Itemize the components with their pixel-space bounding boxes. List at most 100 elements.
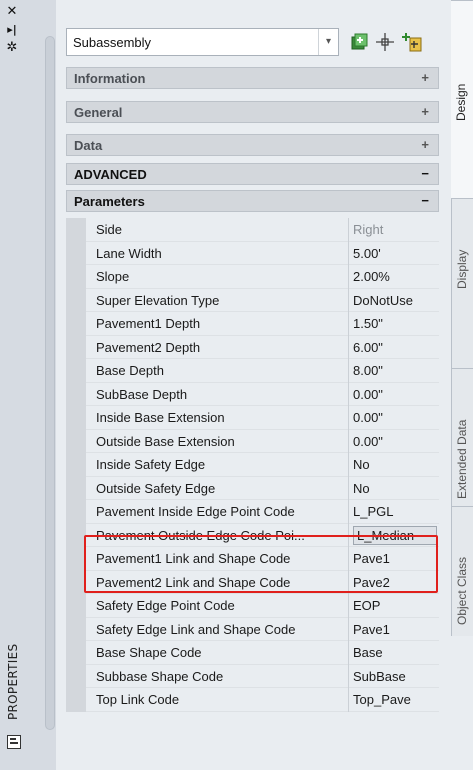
row-gutter (66, 288, 86, 312)
tab-extended-data[interactable]: Extended Data (451, 368, 473, 506)
table-row[interactable]: SubBase Depth 0.00" (66, 382, 439, 406)
row-gutter (66, 453, 86, 477)
property-value[interactable]: Pave1 (349, 547, 439, 571)
quick-select-icon[interactable] (349, 31, 371, 53)
row-gutter (66, 570, 86, 594)
property-name: Safety Edge Point Code (86, 594, 348, 618)
table-row[interactable]: Pavement1 Depth 1.50" (66, 312, 439, 336)
property-value[interactable]: No (349, 453, 439, 477)
property-name: Pavement2 Depth (86, 336, 348, 359)
expand-icon[interactable]: + (421, 70, 429, 85)
object-type-value: Subassembly (73, 35, 152, 50)
table-row[interactable]: Pavement Outside Edge Code Poi... L_Media… (66, 523, 439, 547)
property-value[interactable]: Right (349, 218, 439, 242)
property-value[interactable]: DoNotUse (349, 289, 439, 312)
tab-object-class[interactable]: Object Class (451, 506, 473, 636)
row-gutter (66, 359, 86, 383)
parameters-table: Side Right Lane Width 5.00' Slope 2.00% Super … (66, 218, 439, 712)
property-value[interactable]: L_Median (349, 524, 439, 547)
property-value[interactable]: 0.00" (349, 430, 439, 453)
palette-icon[interactable] (7, 735, 21, 749)
section-general-label: General (74, 105, 123, 120)
row-gutter (66, 617, 86, 641)
table-row[interactable]: Side Right (66, 218, 439, 242)
table-row[interactable]: Top Link Code Top_Pave (66, 688, 439, 712)
property-name: Slope (86, 265, 348, 289)
property-name: Base Depth (86, 359, 348, 383)
property-value[interactable]: 0.00" (349, 406, 439, 430)
chevron-down-icon[interactable]: ▾ (318, 29, 338, 55)
value-edit-field[interactable]: L_Median (353, 525, 437, 545)
table-row[interactable]: Safety Edge Point Code EOP (66, 594, 439, 618)
table-row[interactable]: Slope 2.00% (66, 265, 439, 289)
table-row[interactable]: Pavement2 Link and Shape Code Pave2 (66, 570, 439, 594)
property-value[interactable]: 5.00' (349, 242, 439, 265)
property-value[interactable]: 6.00" (349, 336, 439, 359)
property-value[interactable]: L_PGL (349, 500, 439, 524)
properties-settings-icon[interactable]: ✲ (4, 40, 20, 56)
section-data-label: Data (74, 138, 103, 153)
property-value[interactable]: 2.00% (349, 265, 439, 289)
section-advanced[interactable]: ADVANCED − (66, 163, 439, 185)
property-value[interactable]: 8.00" (349, 359, 439, 383)
property-name: Inside Base Extension (86, 406, 348, 430)
property-value[interactable]: 0.00" (349, 383, 439, 406)
table-row[interactable]: Safety Edge Link and Shape Code Pave1 (66, 617, 439, 641)
tab-design[interactable]: Design (451, 0, 473, 198)
table-row[interactable]: Inside Safety Edge No (66, 453, 439, 477)
property-name: Safety Edge Link and Shape Code (86, 618, 348, 641)
row-gutter (66, 312, 86, 336)
close-icon[interactable]: ✕ (4, 4, 20, 20)
table-row[interactable]: Lane Width 5.00' (66, 241, 439, 265)
tab-display[interactable]: Display (451, 198, 473, 368)
tab-extended-data-label: Extended Data (455, 419, 469, 499)
row-gutter (66, 688, 86, 712)
collapse-icon[interactable]: − (421, 166, 429, 181)
toggle-pickadd-icon[interactable] (401, 31, 423, 53)
property-name: Pavement2 Link and Shape Code (86, 571, 348, 594)
row-gutter (66, 382, 86, 406)
table-row[interactable]: Outside Safety Edge No (66, 476, 439, 500)
table-row[interactable]: Outside Base Extension 0.00" (66, 429, 439, 453)
property-name: Inside Safety Edge (86, 453, 348, 477)
property-value[interactable]: Pave1 (349, 618, 439, 641)
row-gutter (66, 429, 86, 453)
table-row[interactable]: Pavement2 Depth 6.00" (66, 335, 439, 359)
table-row[interactable]: Subbase Shape Code SubBase (66, 664, 439, 688)
property-value[interactable]: 1.50" (349, 312, 439, 336)
autohide-icon[interactable]: ▸| (4, 22, 20, 38)
property-value[interactable]: No (349, 477, 439, 500)
collapse-icon[interactable]: − (421, 193, 429, 208)
section-general[interactable]: General + (66, 101, 439, 123)
row-gutter (66, 265, 86, 289)
table-row[interactable]: Base Depth 8.00" (66, 359, 439, 383)
section-information[interactable]: Information + (66, 67, 439, 89)
property-name: Pavement Inside Edge Point Code (86, 500, 348, 524)
property-value[interactable]: SubBase (349, 665, 439, 688)
table-row[interactable]: Base Shape Code Base (66, 641, 439, 665)
section-parameters[interactable]: Parameters − (66, 190, 439, 212)
property-name: Pavement Outside Edge Code Poi... (86, 524, 348, 547)
expand-icon[interactable]: + (421, 137, 429, 152)
select-objects-icon[interactable] (374, 31, 396, 53)
table-row[interactable]: Pavement1 Link and Shape Code Pave1 (66, 547, 439, 571)
property-value[interactable]: Base (349, 641, 439, 665)
table-row[interactable]: Inside Base Extension 0.00" (66, 406, 439, 430)
row-gutter (66, 664, 86, 688)
table-row[interactable]: Pavement Inside Edge Point Code L_PGL (66, 500, 439, 524)
section-parameters-label: Parameters (74, 194, 145, 209)
tab-object-class-label: Object Class (455, 556, 469, 625)
expand-icon[interactable]: + (421, 104, 429, 119)
object-type-dropdown[interactable]: Subassembly ▾ (66, 28, 339, 56)
table-row[interactable]: Super Elevation Type DoNotUse (66, 288, 439, 312)
section-information-label: Information (74, 71, 146, 86)
property-value[interactable]: EOP (349, 594, 439, 618)
property-value[interactable]: Pave2 (349, 571, 439, 594)
palette-tabs: Design Display Extended Data Object Clas… (451, 0, 473, 770)
vertical-scrollbar[interactable] (45, 36, 55, 730)
row-gutter (66, 523, 86, 547)
section-data[interactable]: Data + (66, 134, 439, 156)
property-value[interactable]: Top_Pave (349, 688, 439, 712)
tab-display-label: Display (455, 249, 469, 289)
row-gutter (66, 500, 86, 524)
